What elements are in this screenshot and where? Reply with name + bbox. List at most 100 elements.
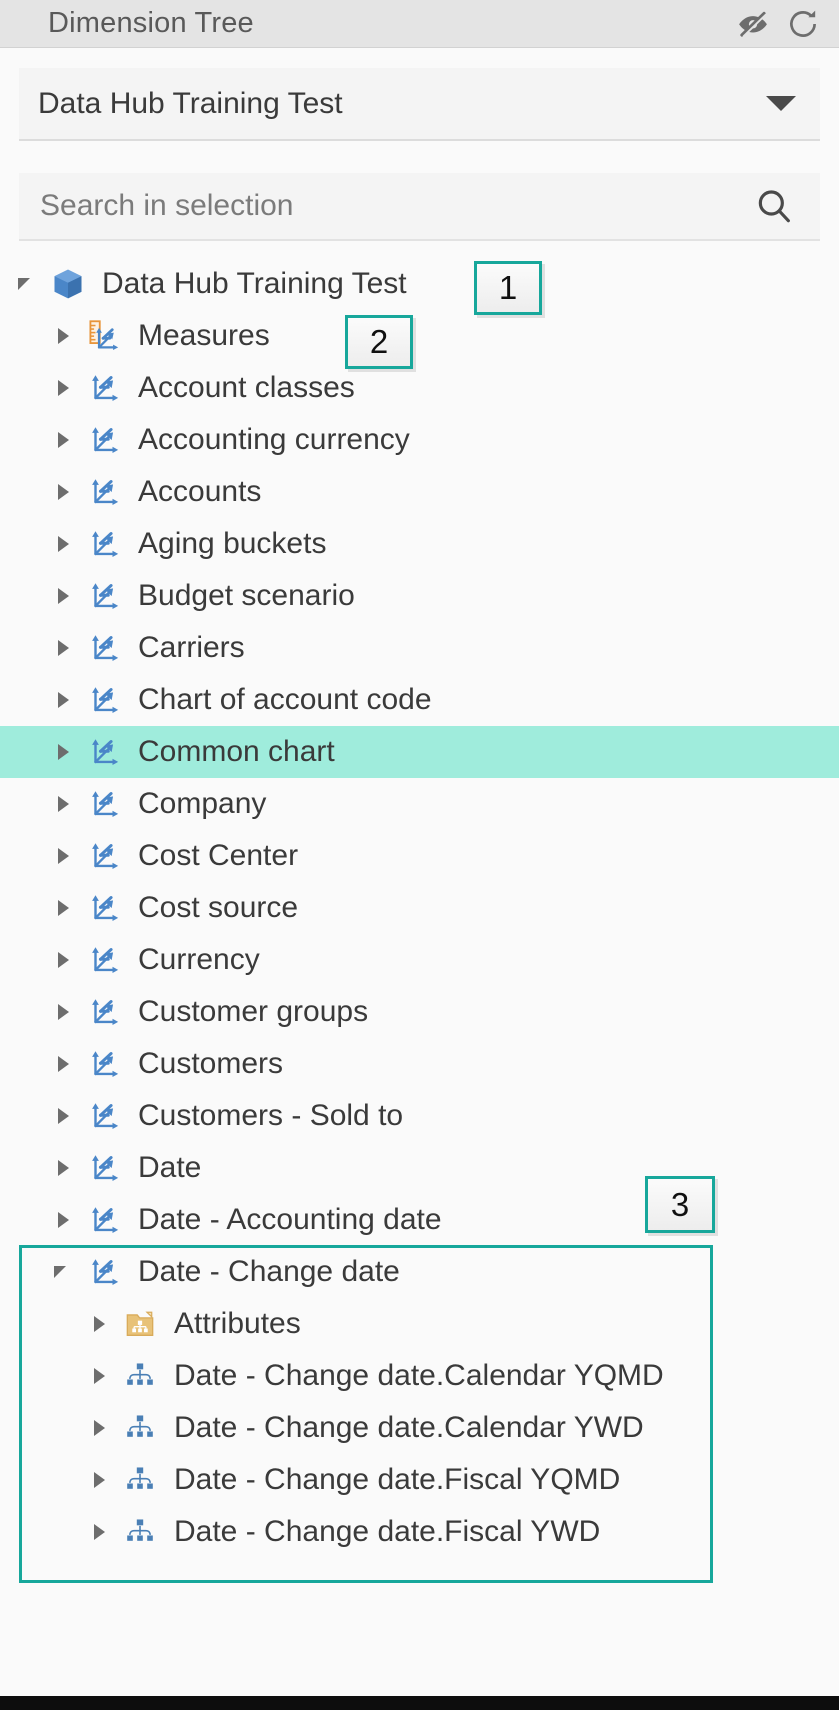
hierarchy-icon	[120, 1460, 160, 1500]
search-box[interactable]	[19, 173, 820, 241]
dimension-icon	[84, 368, 124, 408]
tree-node-label: Budget scenario	[138, 581, 355, 611]
expand-arrow-icon[interactable]	[50, 531, 76, 557]
tree-node-label: Date	[138, 1153, 201, 1183]
annotation-badge: 2	[345, 315, 413, 369]
dimension-icon	[84, 524, 124, 564]
dimension-icon	[84, 1252, 124, 1292]
expand-arrow-icon[interactable]	[50, 687, 76, 713]
expand-arrow-icon[interactable]	[50, 323, 76, 349]
tree-node[interactable]: Cost source	[0, 882, 839, 934]
expand-arrow-icon[interactable]	[86, 1415, 112, 1441]
tree-node-label: Date - Change date	[138, 1257, 400, 1287]
expand-arrow-icon[interactable]	[50, 1207, 76, 1233]
search-icon[interactable]	[752, 184, 796, 228]
dimension-icon	[84, 784, 124, 824]
tree-node-label: Accounting currency	[138, 425, 410, 455]
collapse-arrow-icon[interactable]	[14, 271, 40, 297]
expand-arrow-icon[interactable]	[50, 739, 76, 765]
expand-arrow-icon[interactable]	[86, 1519, 112, 1545]
tree-node[interactable]: Accounts	[0, 466, 839, 518]
tree-node-label: Accounts	[138, 477, 261, 507]
hierarchy-icon	[120, 1408, 160, 1448]
tree-node[interactable]: Date - Change date.Fiscal YWD	[0, 1506, 839, 1558]
dimension-icon	[84, 836, 124, 876]
tree-node[interactable]: Date - Change date.Calendar YQMD	[0, 1350, 839, 1402]
annotation-badge: 3	[645, 1176, 715, 1233]
dimension-icon	[84, 1200, 124, 1240]
tree-node[interactable]: Chart of account code	[0, 674, 839, 726]
tree-node-label: Date - Change date.Calendar YQMD	[174, 1361, 664, 1391]
dimension-icon	[84, 888, 124, 928]
expand-arrow-icon[interactable]	[50, 947, 76, 973]
tree-node-label: Date - Change date.Fiscal YQMD	[174, 1465, 620, 1495]
collapse-arrow-icon[interactable]	[50, 1259, 76, 1285]
tree-node[interactable]: Common chart	[0, 726, 839, 778]
tree-node-label: Customers	[138, 1049, 283, 1079]
dimension-tree: Data Hub Training Test Measures Account cl…	[0, 258, 839, 1558]
tree-node-label: Company	[138, 789, 266, 819]
cube-icon	[48, 264, 88, 304]
tree-node[interactable]: Aging buckets	[0, 518, 839, 570]
tree-node[interactable]: Budget scenario	[0, 570, 839, 622]
expand-arrow-icon[interactable]	[50, 895, 76, 921]
tree-node-label: Date - Accounting date	[138, 1205, 442, 1235]
tree-node[interactable]: Account classes	[0, 362, 839, 414]
expand-arrow-icon[interactable]	[86, 1363, 112, 1389]
expand-arrow-icon[interactable]	[50, 999, 76, 1025]
expand-arrow-icon[interactable]	[86, 1311, 112, 1337]
hierarchy-icon	[120, 1512, 160, 1552]
measures-icon	[84, 316, 124, 356]
tree-node[interactable]: Customers	[0, 1038, 839, 1090]
dimension-icon	[84, 420, 124, 460]
tree-node-label: Account classes	[138, 373, 355, 403]
tree-node-label: Date - Change date.Calendar YWD	[174, 1413, 644, 1443]
expand-arrow-icon[interactable]	[50, 1051, 76, 1077]
tree-node-label: Carriers	[138, 633, 245, 663]
dimension-icon	[84, 576, 124, 616]
tree-node[interactable]: Attributes	[0, 1298, 839, 1350]
expand-arrow-icon[interactable]	[50, 791, 76, 817]
dimension-icon	[84, 992, 124, 1032]
expand-arrow-icon[interactable]	[50, 1103, 76, 1129]
dimension-icon	[84, 940, 124, 980]
dimension-icon	[84, 628, 124, 668]
dimension-icon	[84, 1148, 124, 1188]
expand-arrow-icon[interactable]	[50, 843, 76, 869]
dimension-icon	[84, 1096, 124, 1136]
tree-node[interactable]: Date - Change date	[0, 1246, 839, 1298]
dimension-icon	[84, 680, 124, 720]
tree-node-label: Customers - Sold to	[138, 1101, 403, 1131]
tree-node[interactable]: Currency	[0, 934, 839, 986]
expand-arrow-icon[interactable]	[50, 635, 76, 661]
tree-node[interactable]: Customers - Sold to	[0, 1090, 839, 1142]
tree-node-label: Chart of account code	[138, 685, 432, 715]
eye-off-icon[interactable]	[736, 7, 770, 41]
dimension-selector[interactable]: Data Hub Training Test	[19, 68, 820, 141]
expand-arrow-icon[interactable]	[50, 1155, 76, 1181]
annotation-badge: 1	[474, 261, 542, 315]
expand-arrow-icon[interactable]	[50, 479, 76, 505]
tree-node-label: Measures	[138, 321, 270, 351]
search-input[interactable]	[38, 188, 682, 224]
tree-node[interactable]: Date - Change date.Calendar YWD	[0, 1402, 839, 1454]
expand-arrow-icon[interactable]	[50, 427, 76, 453]
tree-node[interactable]: Carriers	[0, 622, 839, 674]
refresh-icon[interactable]	[786, 7, 820, 41]
expand-arrow-icon[interactable]	[86, 1467, 112, 1493]
tree-node-label: Cost source	[138, 893, 298, 923]
tree-node[interactable]: Accounting currency	[0, 414, 839, 466]
tree-node[interactable]: Customer groups	[0, 986, 839, 1038]
expand-arrow-icon[interactable]	[50, 375, 76, 401]
tree-node-label: Common chart	[138, 737, 335, 767]
expand-arrow-icon[interactable]	[50, 583, 76, 609]
chevron-down-icon[interactable]	[766, 96, 796, 111]
tree-node[interactable]: Date - Change date.Fiscal YQMD	[0, 1454, 839, 1506]
tree-node-label: Data Hub Training Test	[102, 269, 407, 299]
header-actions	[736, 7, 820, 41]
dimension-icon	[84, 732, 124, 772]
tree-node[interactable]: Company	[0, 778, 839, 830]
tree-node[interactable]: Measures	[0, 310, 839, 362]
tree-node[interactable]: Data Hub Training Test	[0, 258, 839, 310]
tree-node[interactable]: Cost Center	[0, 830, 839, 882]
